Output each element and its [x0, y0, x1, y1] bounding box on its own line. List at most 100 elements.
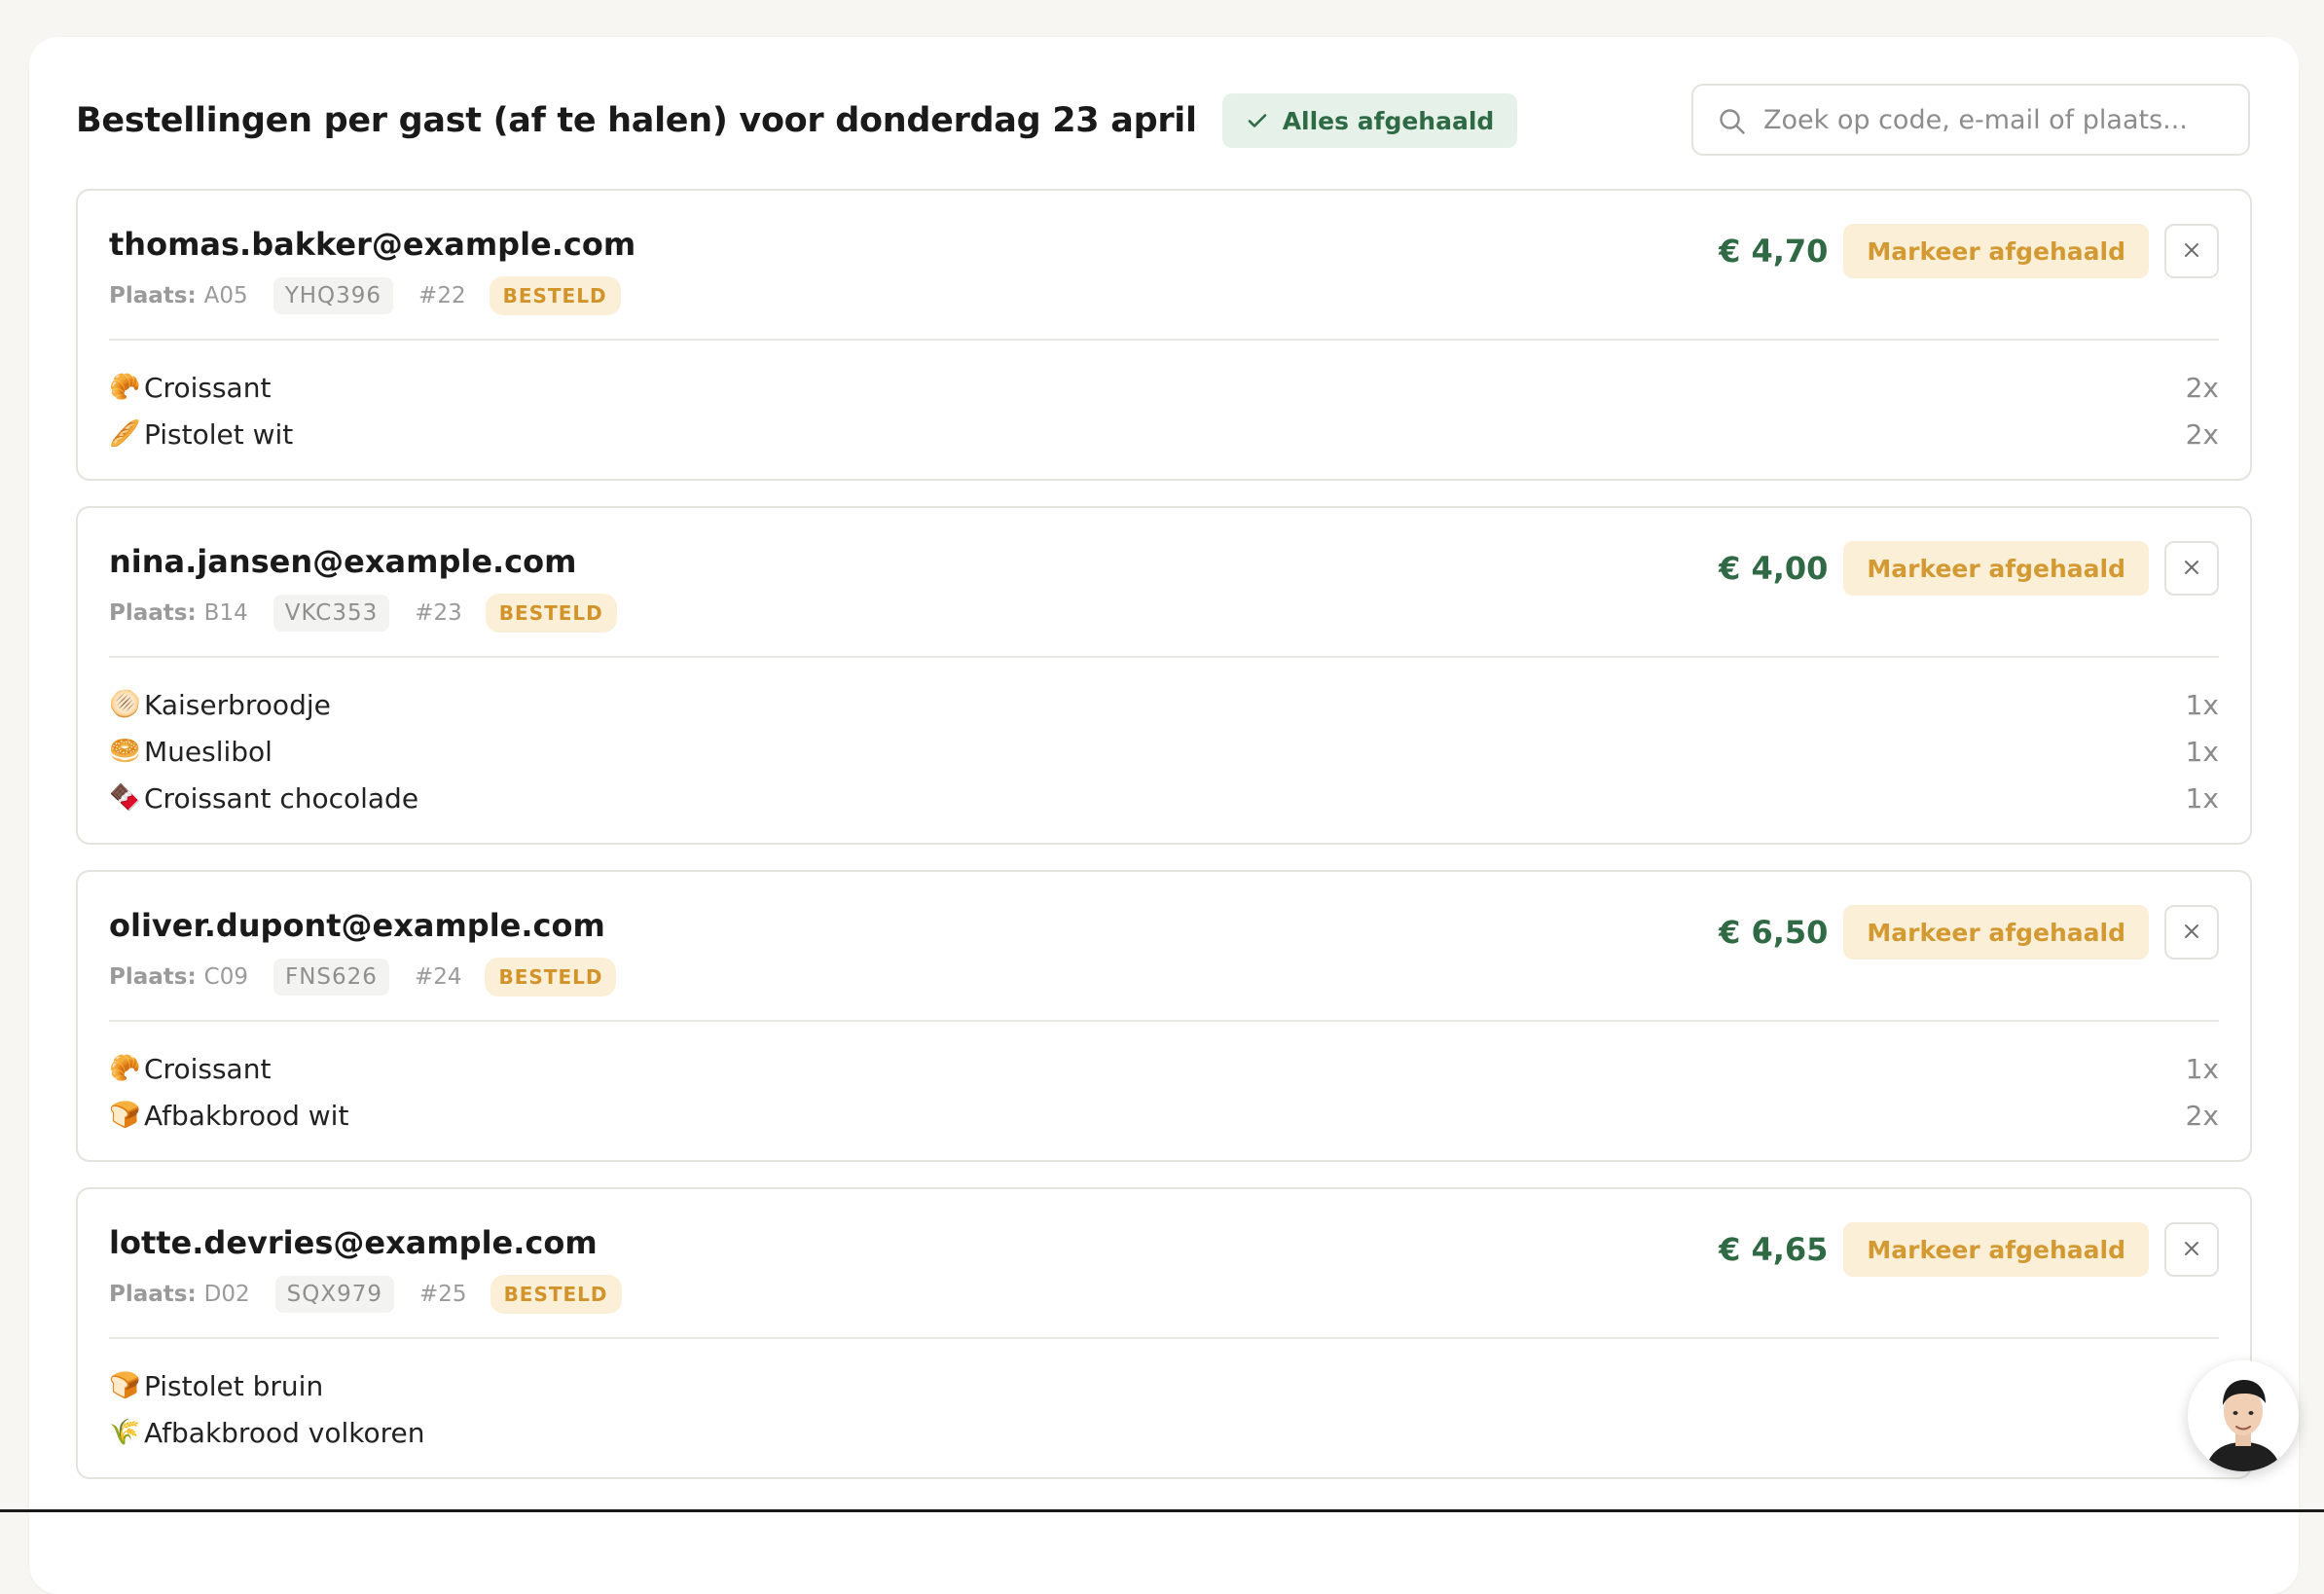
- order-card-header: lotte.devries@example.com Plaats: D02 SQ…: [109, 1189, 2219, 1339]
- remove-order-button[interactable]: [2164, 224, 2219, 278]
- list-item: 🍞 Pistolet bruin: [109, 1362, 2219, 1409]
- plaats-value: C09: [203, 964, 248, 990]
- close-icon: [2182, 922, 2201, 944]
- bread-icon: 🍞: [109, 1371, 141, 1400]
- mark-picked-up-button[interactable]: Markeer afgehaald: [1843, 224, 2149, 278]
- list-item: 🥐 Croissant 2x: [109, 364, 2219, 411]
- order-number: #25: [419, 1282, 467, 1307]
- status-badge: BESTELD: [485, 594, 617, 633]
- remove-order-button[interactable]: [2164, 541, 2219, 596]
- order-total: € 4,70: [1719, 233, 1829, 270]
- order-items: 🫓 Kaiserbroodje 1x 🥯 Mueslibol 1x 🍫 Croissa…: [109, 658, 2219, 843]
- status-badge: BESTELD: [489, 276, 621, 315]
- order-items: 🍞 Pistolet bruin 🌾 Afbakbrood volkoren: [109, 1339, 2219, 1477]
- order-items: 🥐 Croissant 1x 🍞 Afbakbrood wit 2x: [109, 1022, 2219, 1160]
- order-list: thomas.bakker@example.com Plaats: A05 YH…: [76, 189, 2252, 1504]
- item-quantity: 2x: [2185, 371, 2219, 404]
- list-item: 🥯 Mueslibol 1x: [109, 728, 2219, 775]
- order-number: #23: [415, 600, 462, 626]
- item-quantity: 1x: [2185, 688, 2219, 721]
- list-item: 🫓 Kaiserbroodje 1x: [109, 681, 2219, 728]
- plaats-label: Plaats:: [109, 964, 197, 990]
- bagel-icon: 🥯: [109, 737, 141, 766]
- chocolate-icon: 🍫: [109, 783, 141, 813]
- order-card: oliver.dupont@example.com Plaats: C09 FN…: [76, 870, 2252, 1162]
- mark-picked-up-button[interactable]: Markeer afgehaald: [1843, 1222, 2149, 1277]
- guest-email: nina.jansen@example.com: [109, 543, 577, 580]
- order-number: #22: [418, 283, 466, 308]
- mark-picked-up-button[interactable]: Markeer afgehaald: [1843, 541, 2149, 596]
- order-card: lotte.devries@example.com Plaats: D02 SQ…: [76, 1187, 2252, 1479]
- close-icon: [2182, 558, 2201, 580]
- croissant-icon: 🥐: [109, 1054, 141, 1083]
- item-quantity: 1x: [2185, 781, 2219, 815]
- guest-email: oliver.dupont@example.com: [109, 907, 605, 944]
- order-code: YHQ396: [272, 277, 394, 314]
- order-number: #24: [414, 964, 462, 990]
- list-item: 🍞 Afbakbrood wit 2x: [109, 1092, 2219, 1139]
- item-name: Pistolet wit: [144, 417, 294, 451]
- list-item: 🥐 Croissant 1x: [109, 1045, 2219, 1092]
- plaats-label: Plaats:: [109, 600, 197, 626]
- status-badge: BESTELD: [490, 1275, 622, 1314]
- order-card-header: oliver.dupont@example.com Plaats: C09 FN…: [109, 872, 2219, 1022]
- order-actions: € 4,65 Markeer afgehaald: [1719, 1222, 2219, 1277]
- item-quantity: 2x: [2185, 417, 2219, 451]
- item-name: Kaiserbroodje: [144, 688, 331, 721]
- status-badge: BESTELD: [485, 958, 617, 996]
- item-name: Croissant chocolade: [144, 781, 419, 815]
- item-quantity: 2x: [2185, 1099, 2219, 1132]
- page-title: Bestellingen per gast (af te halen) voor…: [76, 101, 1197, 140]
- page-header: Bestellingen per gast (af te halen) voor…: [76, 84, 1518, 158]
- person-icon: [2188, 1360, 2299, 1471]
- item-name: Croissant: [144, 371, 272, 404]
- item-name: Croissant: [144, 1052, 272, 1085]
- item-name: Afbakbrood volkoren: [144, 1416, 425, 1449]
- order-meta: Plaats: D02 SQX979 #25 BESTELD: [109, 1275, 622, 1314]
- search-input[interactable]: [1763, 86, 2231, 154]
- order-actions: € 4,00 Markeer afgehaald: [1719, 541, 2219, 596]
- plaats-value: B14: [203, 600, 248, 626]
- plaats-label: Plaats:: [109, 283, 197, 308]
- order-card-header: thomas.bakker@example.com Plaats: A05 YH…: [109, 191, 2219, 341]
- order-items: 🥐 Croissant 2x 🥖 Pistolet wit 2x: [109, 341, 2219, 479]
- close-icon: [2182, 240, 2201, 263]
- order-code: SQX979: [274, 1276, 395, 1313]
- order-total: € 4,65: [1719, 1231, 1829, 1268]
- plaats-label: Plaats:: [109, 1282, 197, 1307]
- order-card: nina.jansen@example.com Plaats: B14 VKC3…: [76, 506, 2252, 845]
- remove-order-button[interactable]: [2164, 905, 2219, 960]
- order-card: thomas.bakker@example.com Plaats: A05 YH…: [76, 189, 2252, 481]
- plaats-value: D02: [203, 1282, 250, 1307]
- support-avatar[interactable]: [2188, 1360, 2299, 1471]
- order-meta: Plaats: A05 YHQ396 #22 BESTELD: [109, 276, 621, 315]
- baguette-icon: 🥖: [109, 419, 141, 449]
- all-picked-up-badge: Alles afgehaald: [1221, 93, 1518, 148]
- order-card-header: nina.jansen@example.com Plaats: B14 VKC3…: [109, 508, 2219, 658]
- bread-icon: 🍞: [109, 1101, 141, 1130]
- item-name: Afbakbrood wit: [144, 1099, 349, 1132]
- flatbread-icon: 🫓: [109, 690, 141, 719]
- order-meta: Plaats: B14 VKC353 #23 BESTELD: [109, 594, 617, 633]
- order-total: € 4,00: [1719, 550, 1829, 587]
- mark-picked-up-button[interactable]: Markeer afgehaald: [1843, 905, 2149, 960]
- item-quantity: 1x: [2185, 1052, 2219, 1085]
- guest-email: lotte.devries@example.com: [109, 1224, 598, 1261]
- order-actions: € 4,70 Markeer afgehaald: [1719, 224, 2219, 278]
- check-icon: [1246, 109, 1269, 132]
- all-picked-up-label: Alles afgehaald: [1282, 106, 1495, 135]
- item-quantity: 1x: [2185, 735, 2219, 768]
- order-code: VKC353: [272, 595, 390, 632]
- item-name: Mueslibol: [144, 735, 272, 768]
- order-total: € 6,50: [1719, 914, 1829, 951]
- close-icon: [2182, 1239, 2201, 1261]
- order-code: FNS626: [273, 959, 389, 996]
- search-icon: [1717, 106, 1748, 137]
- guest-email: thomas.bakker@example.com: [109, 226, 636, 263]
- order-actions: € 6,50 Markeer afgehaald: [1719, 905, 2219, 960]
- list-item: 🍫 Croissant chocolade 1x: [109, 775, 2219, 821]
- list-item: 🥖 Pistolet wit 2x: [109, 411, 2219, 457]
- remove-order-button[interactable]: [2164, 1222, 2219, 1277]
- order-meta: Plaats: C09 FNS626 #24 BESTELD: [109, 958, 617, 996]
- search-box: [1691, 84, 2250, 156]
